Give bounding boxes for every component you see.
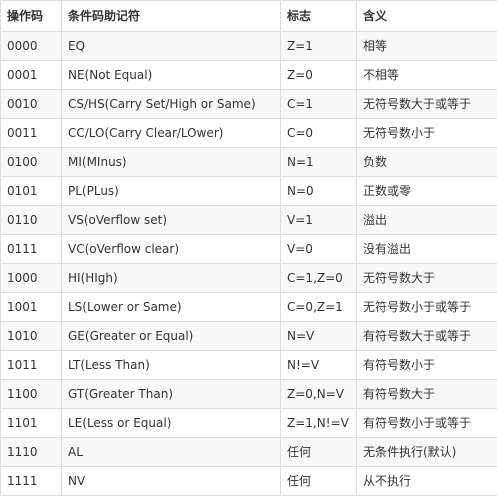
cell-meaning: 正数或零	[356, 176, 497, 206]
header-mnemonic: 条件码助记符	[61, 0, 281, 32]
cell-meaning: 无符号数小于	[356, 118, 497, 148]
cell-mnemonic: VS(oVerflow set)	[61, 205, 281, 235]
cell-opcode: 1000	[0, 263, 62, 293]
cell-opcode: 1001	[0, 292, 62, 322]
cell-meaning: 溢出	[356, 205, 497, 235]
header-flags: 标志	[280, 0, 357, 32]
cell-opcode: 1101	[0, 408, 62, 438]
cell-opcode: 1010	[0, 321, 62, 351]
table-row: 1101 LE(Less or Equal) Z=1,N!=V 有符号数小于或等于	[0, 408, 497, 438]
cell-opcode: 0100	[0, 147, 62, 177]
cell-flags: V=1	[280, 205, 357, 235]
table-row: 0001 NE(Not Equal) Z=0 不相等	[0, 60, 497, 90]
cell-opcode: 0101	[0, 176, 62, 206]
cell-flags: Z=1,N!=V	[280, 408, 357, 438]
cell-meaning: 无符号数大于	[356, 263, 497, 293]
table-row: 0010 CS/HS(Carry Set/High or Same) C=1 无符号数…	[0, 89, 497, 119]
table-row: 1010 GE(Greater or Equal) N=V 有符号数大于或等于	[0, 321, 497, 351]
table-header-row: 操作码 条件码助记符 标志 含义	[0, 0, 497, 32]
cell-opcode: 1110	[0, 437, 62, 467]
header-opcode: 操作码	[0, 0, 62, 32]
cell-opcode: 0010	[0, 89, 62, 119]
table-row: 1011 LT(Less Than) N!=V 有符号数小于	[0, 350, 497, 380]
table-row: 0000 EQ Z=1 相等	[0, 31, 497, 61]
cell-meaning: 有符号数小于	[356, 350, 497, 380]
cell-opcode: 1011	[0, 350, 62, 380]
table-row: 1100 GT(Greater Than) Z=0,N=V 有符号数大于	[0, 379, 497, 409]
cell-mnemonic: GE(Greater or Equal)	[61, 321, 281, 351]
cell-flags: V=0	[280, 234, 357, 264]
cell-mnemonic: VC(oVerflow clear)	[61, 234, 281, 264]
cell-flags: N=1	[280, 147, 357, 177]
cell-flags: C=1,Z=0	[280, 263, 357, 293]
cell-flags: 任何	[280, 466, 357, 496]
cell-flags: N=0	[280, 176, 357, 206]
cell-opcode: 0110	[0, 205, 62, 235]
cell-mnemonic: EQ	[61, 31, 281, 61]
cell-flags: Z=0,N=V	[280, 379, 357, 409]
cell-mnemonic: LS(Lower or Same)	[61, 292, 281, 322]
table-body: 0000 EQ Z=1 相等 0001 NE(Not Equal) Z=0 不相等 0010 CS…	[0, 31, 497, 496]
cell-flags: N!=V	[280, 350, 357, 380]
cell-mnemonic: HI(HIgh)	[61, 263, 281, 293]
cell-opcode: 0111	[0, 234, 62, 264]
table-row: 1000 HI(HIgh) C=1,Z=0 无符号数大于	[0, 263, 497, 293]
cell-flags: Z=0	[280, 60, 357, 90]
table-row: 0110 VS(oVerflow set) V=1 溢出	[0, 205, 497, 235]
cell-flags: C=0	[280, 118, 357, 148]
cell-opcode: 1100	[0, 379, 62, 409]
cell-flags: C=0,Z=1	[280, 292, 357, 322]
cell-mnemonic: LE(Less or Equal)	[61, 408, 281, 438]
cell-flags: Z=1	[280, 31, 357, 61]
cell-mnemonic: MI(MInus)	[61, 147, 281, 177]
table-row: 1001 LS(Lower or Same) C=0,Z=1 无符号数小于或等于	[0, 292, 497, 322]
cell-meaning: 相等	[356, 31, 497, 61]
cell-meaning: 有符号数大于或等于	[356, 321, 497, 351]
table-row: 0011 CC/LO(Carry Clear/LOwer) C=0 无符号数小于	[0, 118, 497, 148]
cell-meaning: 负数	[356, 147, 497, 177]
cell-mnemonic: LT(Less Than)	[61, 350, 281, 380]
cell-mnemonic: AL	[61, 437, 281, 467]
table-row: 1110 AL 任何 无条件执行(默认)	[0, 437, 497, 467]
condition-code-table: 操作码 条件码助记符 标志 含义 0000 EQ Z=1 相等 0001 NE(Not E…	[0, 0, 497, 496]
table-row: 0100 MI(MInus) N=1 负数	[0, 147, 497, 177]
cell-meaning: 有符号数小于或等于	[356, 408, 497, 438]
cell-mnemonic: GT(Greater Than)	[61, 379, 281, 409]
cell-opcode: 0001	[0, 60, 62, 90]
cell-mnemonic: NV	[61, 466, 281, 496]
cell-flags: 任何	[280, 437, 357, 467]
cell-opcode: 0000	[0, 31, 62, 61]
cell-meaning: 从不执行	[356, 466, 497, 496]
cell-meaning: 没有溢出	[356, 234, 497, 264]
cell-opcode: 0011	[0, 118, 62, 148]
cell-mnemonic: CC/LO(Carry Clear/LOwer)	[61, 118, 281, 148]
cell-meaning: 无条件执行(默认)	[356, 437, 497, 467]
table-row: 1111 NV 任何 从不执行	[0, 466, 497, 496]
cell-meaning: 无符号数大于或等于	[356, 89, 497, 119]
header-meaning: 含义	[356, 0, 497, 32]
cell-mnemonic: NE(Not Equal)	[61, 60, 281, 90]
cell-meaning: 不相等	[356, 60, 497, 90]
cell-meaning: 无符号数小于或等于	[356, 292, 497, 322]
cell-opcode: 1111	[0, 466, 62, 496]
cell-flags: N=V	[280, 321, 357, 351]
table-row: 0111 VC(oVerflow clear) V=0 没有溢出	[0, 234, 497, 264]
cell-mnemonic: CS/HS(Carry Set/High or Same)	[61, 89, 281, 119]
cell-meaning: 有符号数大于	[356, 379, 497, 409]
cell-flags: C=1	[280, 89, 357, 119]
cell-mnemonic: PL(PLus)	[61, 176, 281, 206]
table-row: 0101 PL(PLus) N=0 正数或零	[0, 176, 497, 206]
